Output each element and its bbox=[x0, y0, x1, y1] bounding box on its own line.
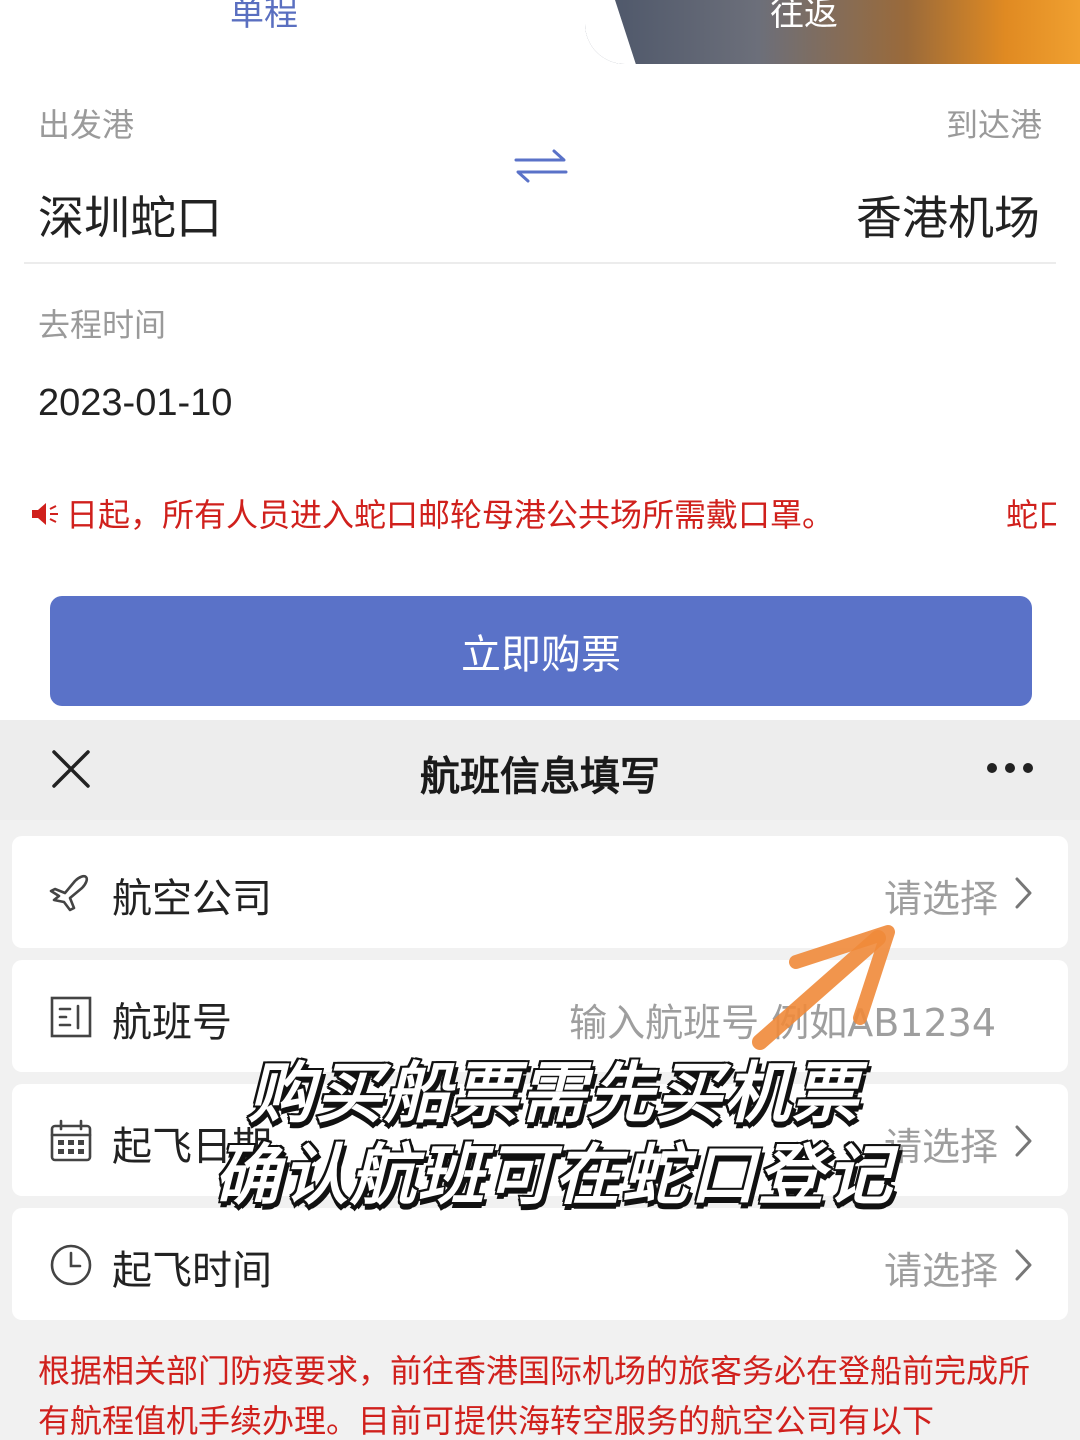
notice-text: 日起，所有人员进入蛇口邮轮母港公共场所需戴口罩。 bbox=[66, 496, 835, 534]
chevron-right-icon bbox=[1015, 1125, 1032, 1157]
overlay-caption-line2: 确认航班可在蛇口登记 bbox=[213, 1136, 894, 1216]
airplane-icon bbox=[49, 874, 89, 912]
notice-marquee: 日起，所有人员进入蛇口邮轮母港公共场所需戴口罩。 蛇口 bbox=[30, 490, 1056, 538]
airline-selector[interactable]: 航空公司 请选择 bbox=[12, 836, 1068, 948]
depart-port-selector[interactable]: 深圳蛇口 bbox=[38, 182, 222, 248]
chevron-right-icon bbox=[1015, 877, 1032, 909]
chevron-right-icon bbox=[1015, 1249, 1032, 1281]
speaker-icon bbox=[32, 503, 58, 525]
swap-icon[interactable] bbox=[512, 146, 570, 186]
airline-label: 航空公司 bbox=[112, 876, 272, 922]
departure-date-label: 去程时间 bbox=[38, 306, 167, 344]
flight-number-icon bbox=[50, 996, 92, 1038]
takeoff-date-value: 请选择 bbox=[883, 1125, 998, 1169]
buy-ticket-button[interactable]: 立即购票 bbox=[50, 596, 1032, 706]
divider bbox=[24, 262, 1056, 264]
takeoff-time-selector[interactable]: 起飞时间 请选择 bbox=[12, 1208, 1068, 1320]
airline-value: 请选择 bbox=[883, 877, 998, 921]
notice-text-repeat: 蛇口 bbox=[1006, 496, 1056, 534]
takeoff-time-label: 起飞时间 bbox=[112, 1248, 272, 1294]
departure-date-value[interactable]: 2023-01-10 bbox=[38, 382, 232, 425]
clock-icon bbox=[50, 1244, 92, 1286]
arrive-port-selector[interactable]: 香港机场 bbox=[856, 182, 1040, 248]
more-icon[interactable] bbox=[984, 760, 1036, 776]
trip-type-tabs: 单程 往返 bbox=[0, 0, 1080, 64]
calendar-icon bbox=[50, 1119, 92, 1162]
flight-number-label: 航班号 bbox=[112, 1000, 232, 1046]
takeoff-time-value: 请选择 bbox=[883, 1249, 998, 1293]
tab-oneway[interactable]: 单程 bbox=[230, 0, 298, 35]
sheet-title: 航班信息填写 bbox=[420, 754, 660, 800]
arrive-port-label: 到达港 bbox=[945, 106, 1042, 144]
tab-roundtrip[interactable]: 往返 bbox=[770, 0, 838, 35]
sheet-header: 航班信息填写 bbox=[0, 720, 1080, 820]
annotation-arrow-icon bbox=[752, 925, 895, 1050]
epidemic-notice: 根据相关部门防疫要求，前往香港国际机场的旅客务必在登船前完成所有航程值机手续办理… bbox=[38, 1352, 1031, 1440]
depart-port-label: 出发港 bbox=[38, 106, 135, 144]
